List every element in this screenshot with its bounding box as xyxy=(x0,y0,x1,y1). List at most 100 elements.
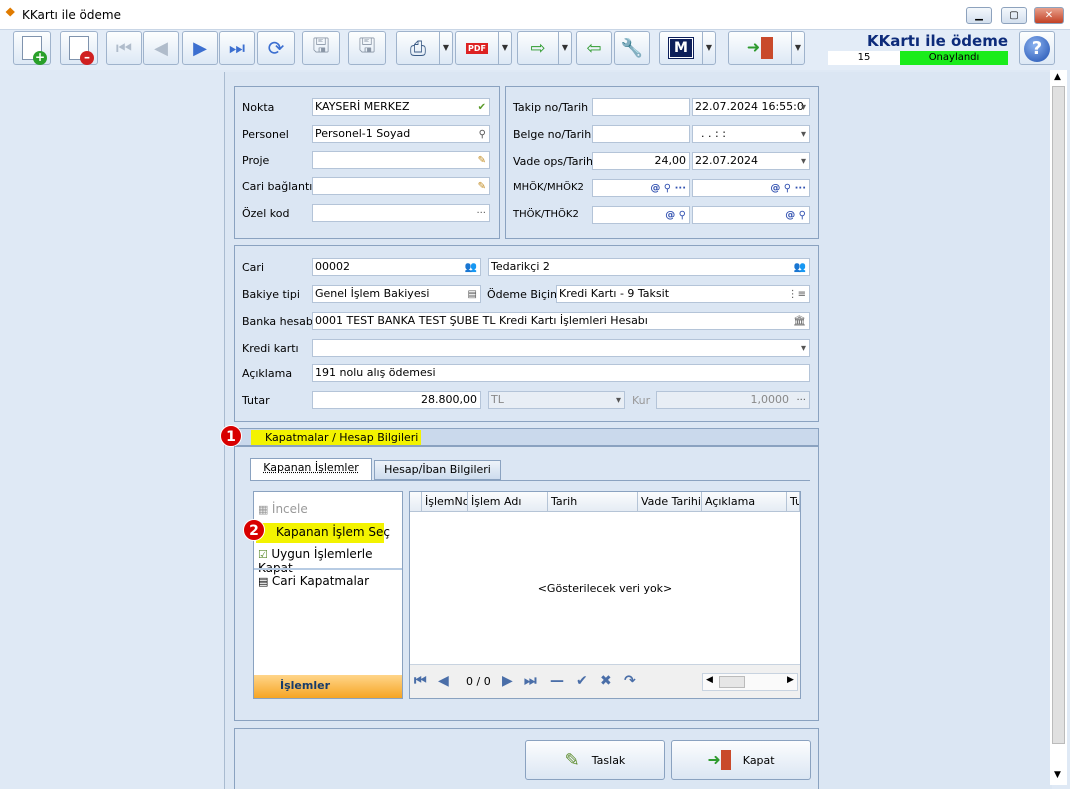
vade-tarih-field[interactable]: 22.07.2024 ▾ xyxy=(692,152,810,170)
takip-label: Takip no/Tarih xyxy=(513,101,589,114)
tab-label: Kapanan İşlemler xyxy=(263,461,359,474)
column-tarih[interactable]: Tarih xyxy=(548,492,638,511)
wrench-icon: 🔧 xyxy=(620,37,644,59)
column-aciklama[interactable]: Açıklama xyxy=(702,492,787,511)
odeme-label: Ödeme Biçimi xyxy=(487,288,564,301)
section-header-bar[interactable]: Kapatmalar / Hesap Bilgileri xyxy=(234,428,819,446)
nav-cancel-icon[interactable]: ✖ xyxy=(600,673,612,689)
print-dropdown[interactable]: ▼ xyxy=(439,31,453,65)
tab-hesap-iban[interactable]: Hesap/İban Bilgileri xyxy=(374,460,501,480)
import-icon: ⇦ xyxy=(586,37,602,59)
scroll-thumb[interactable] xyxy=(719,676,745,688)
minimize-button[interactable]: ▁ xyxy=(966,7,992,24)
new-button[interactable]: + xyxy=(13,31,51,65)
nav-next-icon[interactable]: ▶ xyxy=(502,673,513,689)
proje-field[interactable]: ✎ xyxy=(312,151,490,169)
nav-confirm-icon[interactable]: ✔ xyxy=(576,673,588,689)
column-vade-tarihi[interactable]: Vade Tarihi xyxy=(638,492,702,511)
help-button[interactable]: ? xyxy=(1019,31,1055,65)
close-window-button[interactable]: ✕ xyxy=(1034,7,1064,24)
belge-no-field[interactable] xyxy=(592,125,690,143)
horizontal-scrollbar[interactable]: ◀ ▶ xyxy=(702,673,798,691)
vade-ops-field[interactable]: 24,00 xyxy=(592,152,690,170)
odeme-field[interactable]: Kredi Kartı - 9 Taksit ⋮≡ xyxy=(556,285,810,303)
takip-tarih-field[interactable]: 22.07.2024 16:55:0 ▾ xyxy=(692,98,810,116)
currency-select[interactable]: TL ▾ xyxy=(488,391,625,409)
thok2-field[interactable]: @ ⚲ xyxy=(692,206,810,224)
cari-name-value: Tedarikçi 2 xyxy=(491,260,550,273)
last-record-button[interactable]: ⏭ xyxy=(219,31,255,65)
print-button[interactable]: ⎙ xyxy=(396,31,440,65)
scroll-down-icon[interactable]: ▼ xyxy=(1054,770,1061,780)
nav-refresh-icon[interactable]: ↷ xyxy=(624,673,636,689)
grid-indicator xyxy=(410,492,422,511)
action-incele[interactable]: ▦ İncele xyxy=(258,502,308,516)
m-button[interactable]: M xyxy=(659,31,703,65)
import-button[interactable]: ⇦ xyxy=(576,31,612,65)
column-islem-adi[interactable]: İşlem Adı xyxy=(468,492,548,511)
kredi-field[interactable]: ▾ xyxy=(312,339,810,357)
first-record-button[interactable]: ⏮ xyxy=(106,31,142,65)
pdf-button[interactable]: PDF xyxy=(455,31,499,65)
ellipsis-icon: ··· xyxy=(476,208,486,219)
kur-field[interactable]: 1,0000 ··· xyxy=(656,391,810,409)
next-record-button[interactable]: ▶ xyxy=(182,31,218,65)
actions-footer[interactable]: İşlemler xyxy=(254,675,402,698)
mhok2-field[interactable]: @ ⚲ ··· xyxy=(692,179,810,197)
chevron-down-icon: ▾ xyxy=(800,343,806,354)
refresh-button[interactable]: ⟳ xyxy=(257,31,295,65)
scroll-right-icon[interactable]: ▶ xyxy=(787,675,794,685)
checklist-icon: ☑ xyxy=(258,548,268,561)
save-button[interactable]: 🖫 xyxy=(302,31,340,65)
scroll-up-icon[interactable]: ▲ xyxy=(1054,72,1061,82)
scroll-thumb[interactable] xyxy=(1052,86,1065,744)
m-dropdown[interactable]: ▼ xyxy=(702,31,716,65)
tab-kapanan-islemler[interactable]: Kapanan İşlemler xyxy=(250,458,372,480)
scroll-left-icon[interactable]: ◀ xyxy=(706,675,713,685)
grid-navigator: ⏮ ◀ 0 / 0 ▶ ⏭ — ✔ ✖ ↷ ◀ ▶ xyxy=(410,664,800,698)
personel-field[interactable]: Personel-1 Soyad ⚲ xyxy=(312,125,490,143)
cari-name-field[interactable]: Tedarikçi 2 👥 xyxy=(488,258,810,276)
save-close-icon: 🖫 xyxy=(358,33,376,57)
cari-baglanti-field[interactable]: ✎ xyxy=(312,177,490,195)
vertical-scrollbar[interactable]: ▲ ▼ xyxy=(1050,70,1067,785)
maximize-button[interactable]: ▢ xyxy=(1001,7,1027,24)
exit-dropdown[interactable]: ▼ xyxy=(791,31,805,65)
nokta-field[interactable]: KAYSERİ MERKEZ ✔ xyxy=(312,98,490,116)
column-islemno[interactable]: İşlemNo xyxy=(422,492,468,511)
chevron-down-icon: ▾ xyxy=(800,102,806,113)
previous-record-button[interactable]: ◀ xyxy=(143,31,179,65)
tools-button[interactable]: 🔧 xyxy=(614,31,650,65)
takip-no-field[interactable] xyxy=(592,98,690,116)
nav-delete-icon[interactable]: — xyxy=(550,673,564,689)
belge-tarih-field[interactable]: . . : : ▾ xyxy=(692,125,810,143)
cari-code-field[interactable]: 00002 👥 xyxy=(312,258,481,276)
nav-prev-icon[interactable]: ◀ xyxy=(438,673,449,689)
exit-button[interactable]: ➜ xyxy=(728,31,792,65)
tutar-field[interactable]: 28.800,00 xyxy=(312,391,481,409)
export-dropdown[interactable]: ▼ xyxy=(558,31,572,65)
action-uygun-islemlerle-kapat[interactable]: ☑ Uygun İşlemlerle Kapat xyxy=(258,547,402,575)
thok-field[interactable]: @ ⚲ xyxy=(592,206,690,224)
nav-last-icon[interactable]: ⏭ xyxy=(524,673,537,689)
nav-first-icon[interactable]: ⏮ xyxy=(414,673,427,689)
export-button[interactable]: ⇨ xyxy=(517,31,559,65)
aciklama-field[interactable]: 191 nolu alış ödemesi xyxy=(312,364,810,382)
aciklama-label: Açıklama xyxy=(242,367,293,380)
taslak-button[interactable]: ✎ Taslak xyxy=(525,740,665,780)
banka-field[interactable]: 0001 TEST BANKA TEST ŞUBE TL Kredi Kartı… xyxy=(312,312,810,330)
window-title: KKartı ile ödeme xyxy=(22,8,121,22)
thok-label: THÖK/THÖK2 xyxy=(513,209,579,220)
save-close-button[interactable]: 🖫 xyxy=(348,31,386,65)
kapat-button[interactable]: ➜ Kapat xyxy=(671,740,811,780)
ozel-kod-field[interactable]: ··· xyxy=(312,204,490,222)
action-kapanan-islem-sec[interactable]: Kapanan İşlem Seç xyxy=(276,525,390,539)
mhok-field[interactable]: @ ⚲ ··· xyxy=(592,179,690,197)
action-label: Kapanan İşlem Seç xyxy=(276,525,390,539)
chevron-down-icon: ▾ xyxy=(615,395,621,406)
delete-button[interactable]: – xyxy=(60,31,98,65)
action-cari-kapatmalar[interactable]: ▤ Cari Kapatmalar xyxy=(258,574,369,588)
pdf-dropdown[interactable]: ▼ xyxy=(498,31,512,65)
column-tutar[interactable]: Tu xyxy=(787,492,800,511)
bakiye-field[interactable]: Genel İşlem Bakiyesi ▤ xyxy=(312,285,481,303)
